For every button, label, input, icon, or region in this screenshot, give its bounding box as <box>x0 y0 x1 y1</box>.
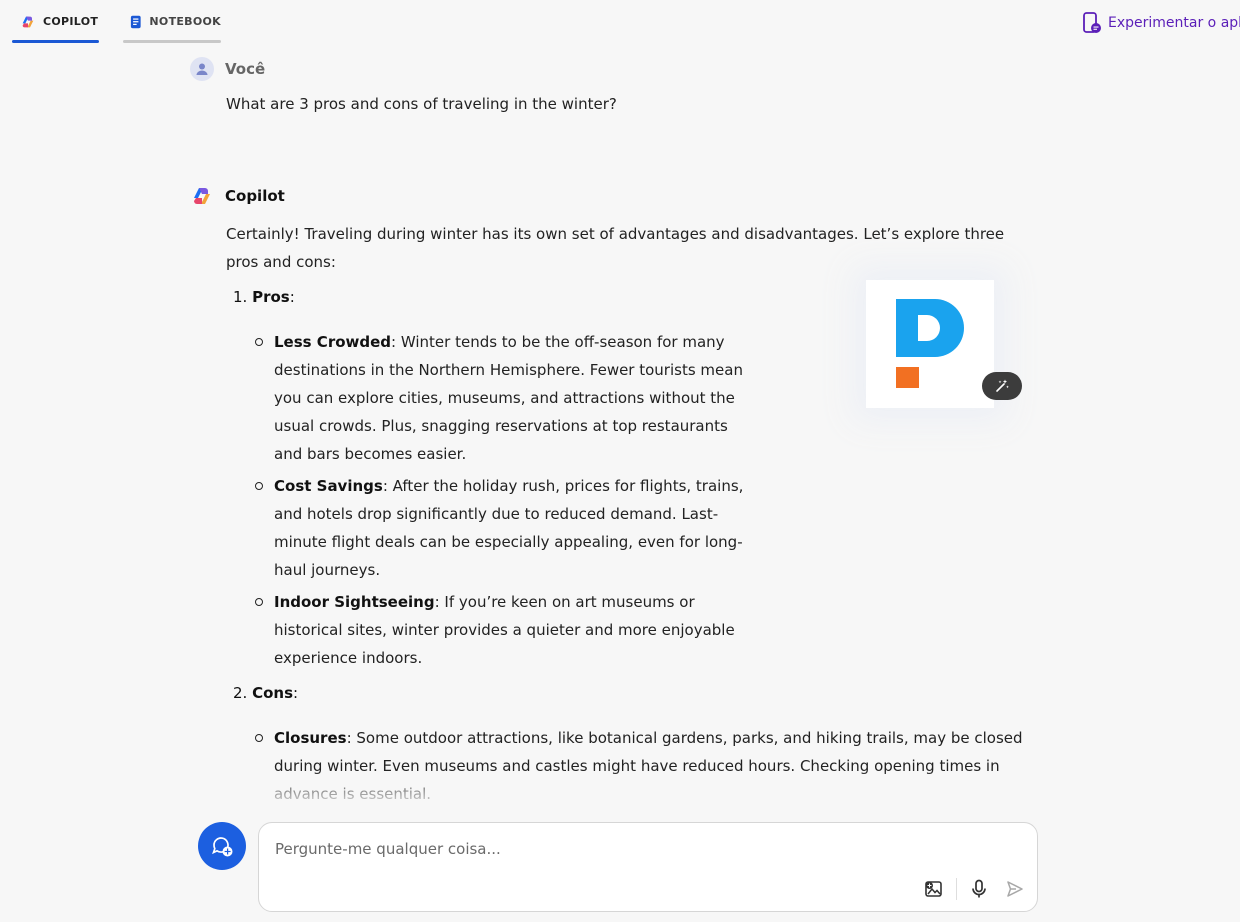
section-heading-pros: 1. Pros: <box>233 288 295 306</box>
section-number: 2. <box>233 684 248 702</box>
new-topic-button[interactable] <box>198 822 246 870</box>
list-item: Cost Savings: After the holiday rush, pr… <box>254 472 744 584</box>
tab-copilot[interactable]: COPILOT <box>12 0 99 43</box>
copilot-answer: Certainly! Traveling during winter has i… <box>226 220 1026 276</box>
answer-intro: Certainly! Traveling during winter has i… <box>226 225 1005 271</box>
section-title: Pros <box>252 288 290 306</box>
chat-input[interactable] <box>273 835 1017 863</box>
copilot-avatar-icon <box>194 188 210 204</box>
copilot-message-header: Copilot <box>190 184 285 208</box>
active-tab-indicator <box>12 40 99 43</box>
phone-app-icon <box>1083 12 1101 33</box>
tab-notebook[interactable]: NOTEBOOK <box>123 0 221 43</box>
cons-list: Closures: Some outdoor attractions, like… <box>254 724 1034 812</box>
new-topic-icon <box>212 837 233 857</box>
send-button[interactable] <box>1003 877 1027 901</box>
item-title: Cost Savings <box>274 477 383 495</box>
user-avatar-icon <box>190 57 214 81</box>
user-author-name: Você <box>225 60 266 78</box>
list-item: Indoor Sightseeing: If you’re keen on ar… <box>254 588 744 672</box>
image-create-button[interactable] <box>982 372 1022 400</box>
microphone-icon <box>972 879 986 898</box>
section-title: Cons <box>252 684 294 702</box>
tab-label: COPILOT <box>43 15 99 28</box>
notebook-icon <box>130 15 141 28</box>
top-nav: COPILOT NOTEBOOK Experimentar o aplica <box>0 0 1240 46</box>
user-message-text: What are 3 pros and cons of traveling in… <box>226 95 617 113</box>
chat-composer <box>258 822 1038 912</box>
toolbar-divider <box>956 878 957 900</box>
voice-input-button[interactable] <box>967 877 991 901</box>
item-title: Indoor Sightseeing <box>274 593 435 611</box>
item-text: Winter tends to be the off-season for ma… <box>274 333 743 463</box>
user-message-header: Você <box>190 57 265 81</box>
pros-list: Less Crowded: Winter tends to be the off… <box>254 328 744 676</box>
send-icon <box>1007 881 1023 897</box>
item-title: Closures <box>274 729 347 747</box>
item-title: Less Crowded <box>274 333 392 351</box>
logo-square <box>896 367 919 388</box>
magic-wand-icon <box>996 379 1009 392</box>
tab-indicator <box>123 40 221 43</box>
tab-label: NOTEBOOK <box>149 15 221 28</box>
answer-image-thumbnail[interactable] <box>866 280 994 408</box>
item-text: Some outdoor attractions, like botanical… <box>274 729 1023 803</box>
list-item: Less Crowded: Winter tends to be the off… <box>254 328 744 468</box>
image-add-icon <box>925 881 942 897</box>
try-app-link[interactable]: Experimentar o aplica <box>1082 12 1240 34</box>
add-image-button[interactable] <box>922 877 946 901</box>
list-item: Closures: Some outdoor attractions, like… <box>254 724 1034 808</box>
section-number: 1. <box>233 288 248 306</box>
copilot-author-name: Copilot <box>225 187 285 205</box>
try-app-label: Experimentar o aplica <box>1108 15 1240 31</box>
section-heading-cons: 2. Cons: <box>233 684 299 702</box>
copilot-logo-icon <box>22 16 34 27</box>
